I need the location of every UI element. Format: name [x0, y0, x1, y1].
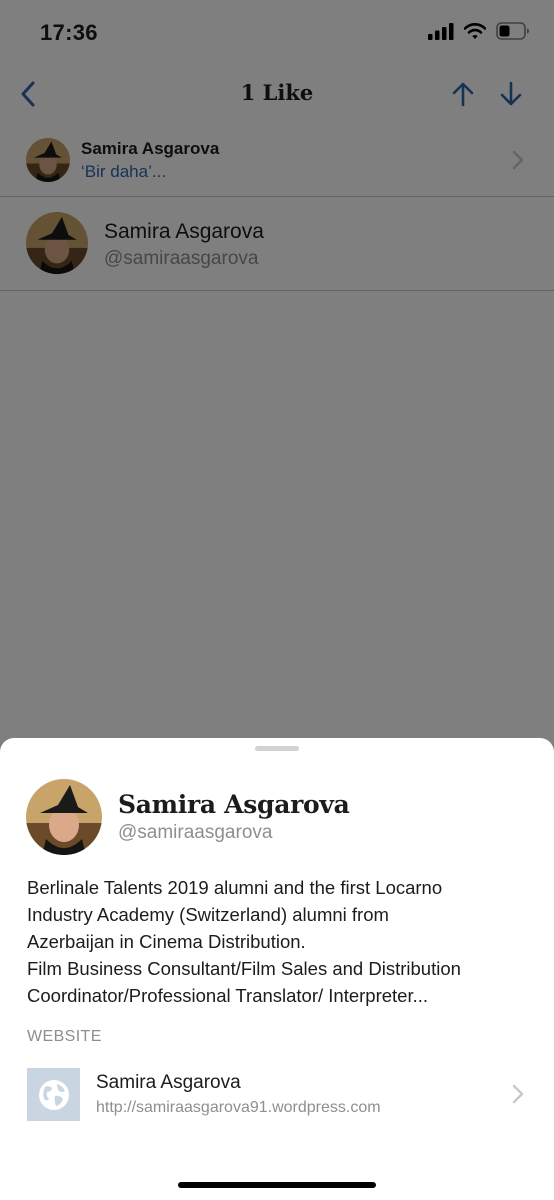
bio-line: Azerbaijan in Cinema Distribution.: [27, 931, 306, 952]
home-indicator[interactable]: [178, 1182, 376, 1188]
website-url: http://samiraasgarova91.wordpress.com: [96, 1099, 381, 1116]
profile-handle: @samiraasgarova: [118, 822, 273, 843]
website-section-header: WEBSITE: [27, 1028, 102, 1045]
sheet-grabber[interactable]: [255, 746, 299, 751]
bio-line: Coordinator/Professional Translator/ Int…: [27, 985, 429, 1006]
profile-sheet: Samira Asgarova @samiraasgarova Berlinal…: [0, 738, 554, 1200]
bio-line: Industry Academy (Switzerland) alumni fr…: [27, 904, 389, 925]
bio-line: Berlinale Talents 2019 alumni and the fi…: [27, 877, 443, 898]
profile-name: Samira Asgarova: [118, 790, 350, 819]
website-title: Samira Asgarova: [96, 1072, 241, 1093]
profile-bio: Berlinale Talents 2019 alumni and the fi…: [27, 874, 527, 1009]
website-link-row[interactable]: Samira Asgarova http://samiraasgarova91.…: [0, 1062, 554, 1126]
avatar: [26, 779, 102, 855]
chevron-right-icon: [512, 1084, 524, 1104]
bio-line: Film Business Consultant/Film Sales and …: [27, 958, 461, 979]
wordpress-globe-icon: [38, 1079, 69, 1110]
website-thumbnail: [27, 1068, 80, 1121]
